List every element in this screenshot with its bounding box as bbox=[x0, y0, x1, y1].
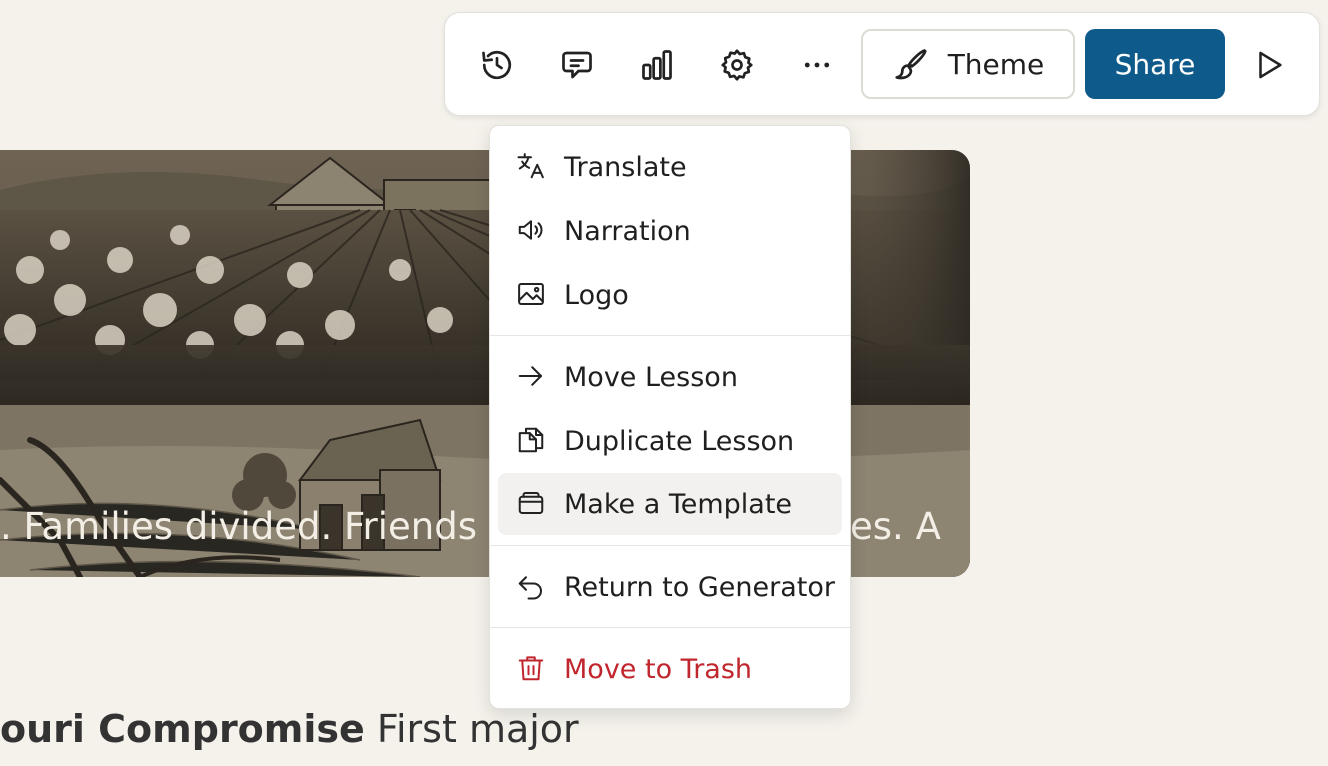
template-icon bbox=[516, 488, 546, 518]
lesson-heading-line: ouri Compromise First major bbox=[0, 702, 579, 756]
menu-item-translate[interactable]: Translate bbox=[498, 136, 842, 198]
menu-divider bbox=[490, 545, 850, 546]
menu-item-make-template[interactable]: Make a Template bbox=[498, 473, 842, 535]
menu-item-label: Move Lesson bbox=[564, 361, 738, 393]
menu-item-move-to-trash[interactable]: Move to Trash bbox=[498, 638, 842, 700]
menu-divider bbox=[490, 335, 850, 336]
editor-toolbar: Theme Share bbox=[444, 12, 1320, 116]
lesson-heading-rest: First major bbox=[364, 707, 579, 751]
menu-item-move-lesson[interactable]: Move Lesson bbox=[498, 346, 842, 408]
translate-icon bbox=[516, 151, 546, 181]
menu-item-label: Logo bbox=[564, 279, 629, 311]
image-icon bbox=[516, 279, 546, 309]
menu-item-label: Move to Trash bbox=[564, 653, 753, 685]
menu-item-label: Narration bbox=[564, 215, 691, 247]
brush-icon bbox=[895, 49, 927, 80]
play-icon bbox=[1259, 51, 1282, 79]
analytics-icon[interactable] bbox=[635, 43, 679, 87]
menu-item-logo[interactable]: Logo bbox=[498, 264, 842, 326]
more-icon[interactable] bbox=[795, 43, 839, 87]
menu-item-label: Make a Template bbox=[564, 488, 793, 520]
menu-divider bbox=[490, 627, 850, 628]
hero-caption-left: . Families divided. Friends bbox=[0, 505, 478, 548]
return-icon bbox=[516, 571, 546, 601]
duplicate-icon bbox=[516, 425, 546, 455]
menu-item-label: Translate bbox=[564, 151, 687, 183]
menu-item-label: Return to Generator bbox=[564, 571, 835, 603]
menu-item-narration[interactable]: Narration bbox=[498, 200, 842, 262]
comment-icon[interactable] bbox=[555, 43, 599, 87]
more-options-menu: Translate Narration Logo Move Lesson Dup… bbox=[489, 125, 851, 709]
share-button-label: Share bbox=[1114, 47, 1196, 81]
lesson-heading-bold: ouri Compromise bbox=[0, 707, 365, 751]
menu-item-duplicate-lesson[interactable]: Duplicate Lesson bbox=[498, 410, 842, 472]
theme-button-label: Theme bbox=[947, 47, 1045, 81]
present-button[interactable] bbox=[1247, 43, 1291, 87]
history-icon[interactable] bbox=[475, 43, 519, 87]
menu-item-label: Duplicate Lesson bbox=[564, 425, 795, 457]
hero-caption-right: es. A bbox=[850, 505, 941, 548]
arrow-right-icon bbox=[516, 361, 546, 391]
share-button[interactable]: Share bbox=[1085, 29, 1225, 99]
theme-button[interactable]: Theme bbox=[861, 29, 1075, 99]
trash-icon bbox=[516, 653, 546, 683]
menu-item-return-to-generator[interactable]: Return to Generator bbox=[498, 556, 842, 618]
speaker-icon bbox=[516, 215, 546, 245]
settings-icon[interactable] bbox=[715, 43, 759, 87]
